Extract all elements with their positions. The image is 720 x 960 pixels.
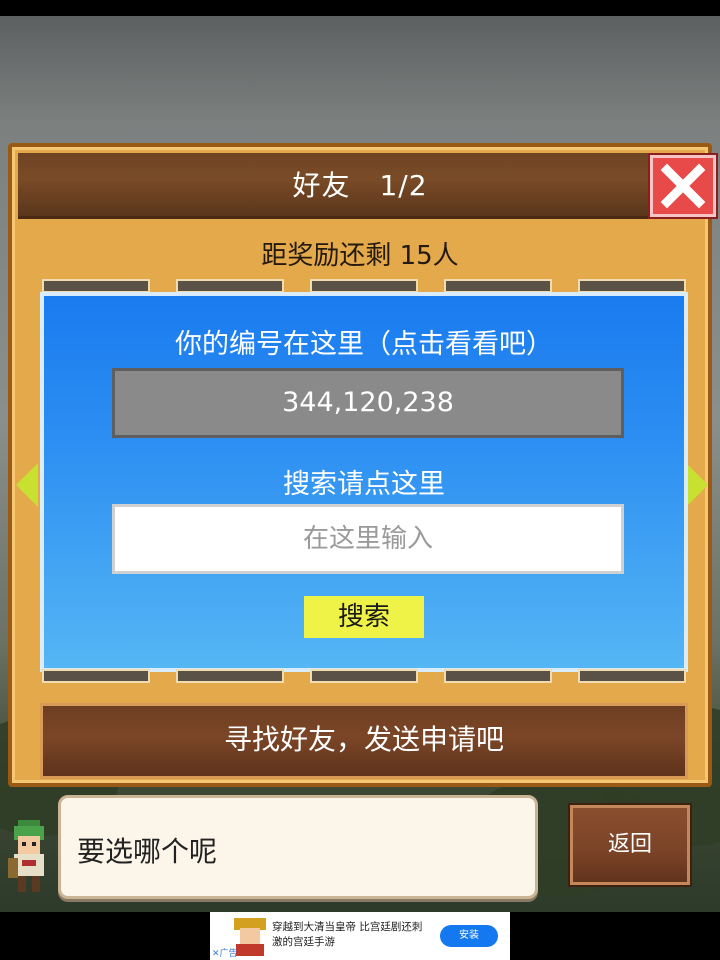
slot <box>444 669 552 683</box>
friend-search-panel: 你的编号在这里（点击看看吧） 344,120,238 搜索请点这里 搜索 <box>40 292 688 672</box>
slot <box>578 279 686 293</box>
ad-banner[interactable]: 穿越到大清当皇帝 比宫廷剧还刺激的宫廷手游 安装 ✕广告 <box>210 912 510 960</box>
dialog-header: 好友 1/2 <box>18 153 718 219</box>
search-prompt: 搜索请点这里 <box>283 469 445 500</box>
friends-dialog: 好友 1/2 距奖励还剩 15人 你的编号在这里（点击看看吧） 344,120,… <box>8 143 718 787</box>
slot <box>310 279 418 293</box>
bottom-slot-row <box>42 669 686 685</box>
arrow-left-icon[interactable] <box>16 463 38 507</box>
slot <box>310 669 418 683</box>
arrow-right-icon[interactable] <box>686 463 708 507</box>
close-button[interactable] <box>648 153 718 219</box>
friend-search-input[interactable] <box>112 504 624 574</box>
slot <box>578 669 686 683</box>
top-black-bar <box>0 0 720 16</box>
back-button[interactable]: 返回 <box>568 803 692 887</box>
player-id-box[interactable]: 344,120,238 <box>112 368 624 438</box>
dialog-title: 好友 1/2 <box>292 169 428 202</box>
reward-remaining-text: 距奖励还剩 15人 <box>261 241 459 271</box>
search-button[interactable]: 搜索 <box>304 596 424 638</box>
slot <box>176 669 284 683</box>
slot <box>444 279 552 293</box>
ad-text: 穿越到大清当皇帝 比宫廷剧还刺激的宫廷手游 <box>272 921 423 948</box>
find-friends-button[interactable]: 寻找好友，发送申请吧 <box>40 703 688 779</box>
close-icon <box>660 163 706 209</box>
slot <box>176 279 284 293</box>
ad-install-button[interactable]: 安装 <box>440 925 498 947</box>
ad-label[interactable]: ✕广告 <box>212 946 238 959</box>
id-prompt: 你的编号在这里（点击看看吧） <box>175 329 553 360</box>
character-avatar <box>8 820 44 892</box>
slot <box>42 279 150 293</box>
speech-bubble: 要选哪个呢 <box>58 795 538 899</box>
slot <box>42 669 150 683</box>
speech-text: 要选哪个呢 <box>77 835 218 868</box>
